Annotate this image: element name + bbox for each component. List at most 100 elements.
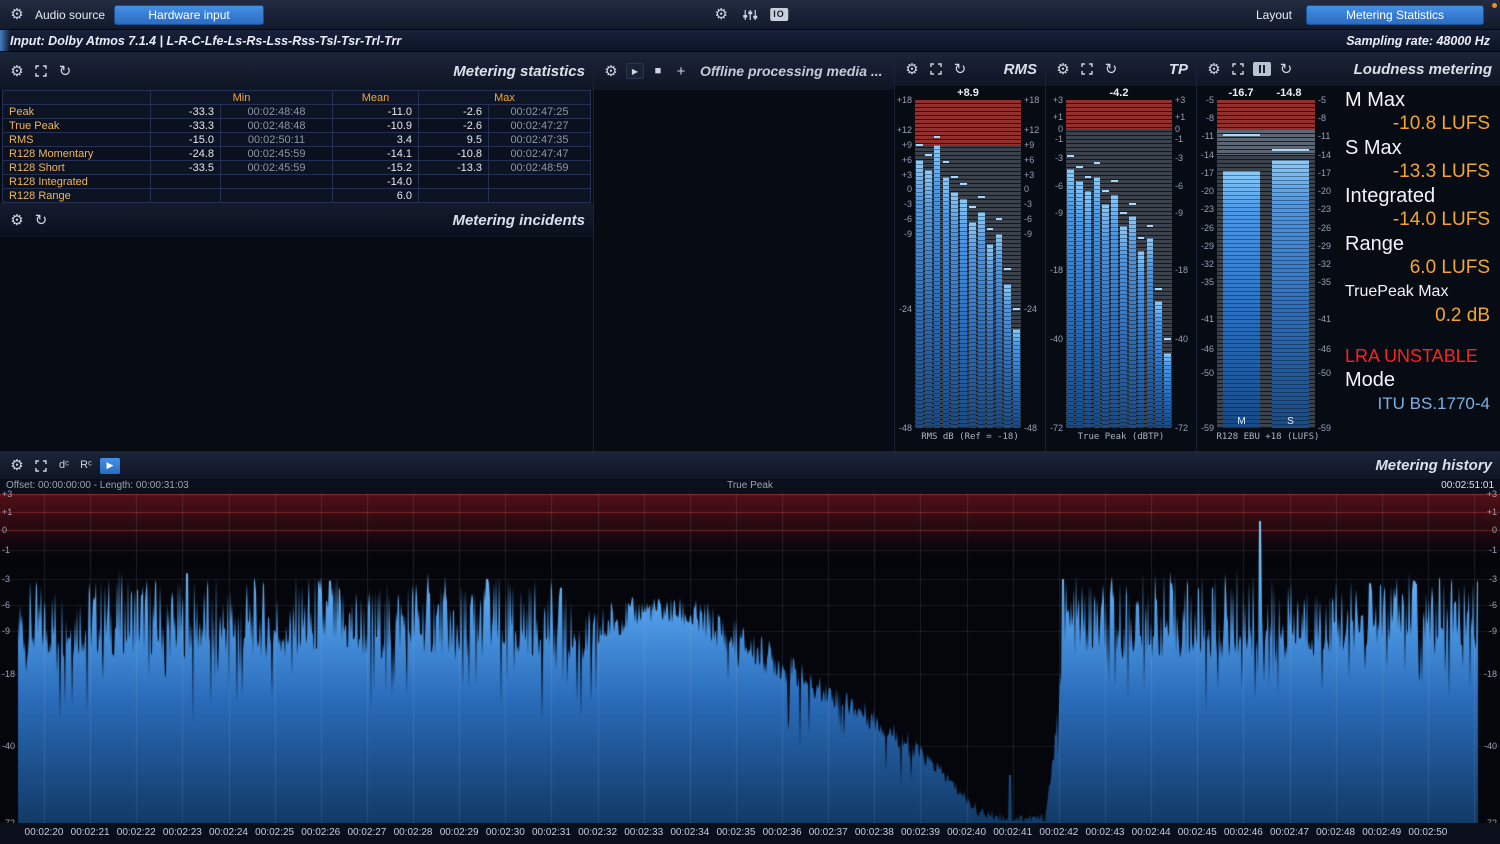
- col-mean: Mean: [333, 91, 419, 105]
- gear-icon[interactable]: ⚙: [602, 62, 620, 80]
- io-routing-icon[interactable]: IO: [770, 8, 788, 21]
- play-icon[interactable]: ▶: [100, 458, 120, 474]
- range-value: 6.0 LUFS: [1345, 256, 1490, 280]
- history-header: ⚙ dᶜ Rᶜ ▶ Metering history: [0, 452, 1500, 479]
- refresh-icon[interactable]: ↻: [1102, 60, 1120, 78]
- main-row: ⚙ ↻ Metering statistics Min Mean Max Pea…: [0, 52, 1500, 451]
- rms-readout: +8.9: [915, 87, 1021, 99]
- offline-header: ⚙ ▶ ■ + Offline processing media ...: [594, 52, 894, 90]
- gear-icon[interactable]: ⚙: [1205, 60, 1223, 78]
- gear-icon[interactable]: ⚙: [712, 6, 730, 24]
- time-label: 00:02:49: [1362, 827, 1401, 838]
- refresh-icon[interactable]: ↻: [56, 62, 74, 80]
- time-label: 00:02:28: [394, 827, 433, 838]
- add-media-icon[interactable]: +: [672, 62, 690, 80]
- offset-length-label: Offset: 00:00:00:00 - Length: 00:00:31:0…: [6, 480, 189, 491]
- loudness-meter-column: -16.7 -14.8 -5-8-11-14-17-20-23-26-29-32…: [1197, 86, 1339, 451]
- play-icon[interactable]: ▶: [626, 63, 644, 79]
- expand-icon[interactable]: [927, 60, 945, 78]
- time-label: 00:02:41: [993, 827, 1032, 838]
- refresh-icon[interactable]: ↻: [32, 211, 50, 229]
- stop-icon[interactable]: ■: [650, 62, 666, 80]
- truepeak-meter-panel: ⚙ ↻ TP -4.2 +3+10-1-3-6-9-18-40-72 +3+10…: [1046, 52, 1197, 451]
- tp-scale-left: +3+10-1-3-6-9-18-40-72: [1046, 100, 1066, 428]
- time-label: 00:02:35: [716, 827, 755, 838]
- dc-weighting-icon[interactable]: dᶜ: [56, 457, 72, 475]
- metering-incidents-header: ⚙ ↻ Metering incidents: [0, 203, 593, 237]
- audio-source-group: ⚙ Audio source Hardware input: [0, 5, 264, 25]
- offline-processing-panel: ⚙ ▶ ■ + Offline processing media ...: [594, 52, 895, 451]
- tp-scale-label: True Peak (dBTP): [1046, 432, 1196, 442]
- time-label: 00:02:21: [71, 827, 110, 838]
- time-label: 00:02:22: [117, 827, 156, 838]
- input-info-bar: Input: Dolby Atmos 7.1.4 | L-R-C-Lfe-Ls-…: [0, 30, 1500, 52]
- time-label: 00:02:33: [624, 827, 663, 838]
- layout-group: Layout Metering Statistics: [1256, 5, 1500, 25]
- time-label: 00:02:39: [901, 827, 940, 838]
- refresh-icon[interactable]: ↻: [1277, 60, 1295, 78]
- short-readout: -14.8: [1265, 87, 1313, 99]
- expand-icon[interactable]: [1229, 60, 1247, 78]
- panel-title: Metering incidents: [452, 212, 585, 229]
- rms-scale-left: +18+12+9+6+30-3-6-9-24-48: [895, 100, 915, 428]
- col-min: Min: [151, 91, 333, 105]
- s-max-value: -13.3 LUFS: [1345, 160, 1490, 184]
- gear-icon[interactable]: ⚙: [903, 60, 921, 78]
- mode-label: Mode: [1345, 368, 1490, 392]
- gear-icon[interactable]: ⚙: [1054, 60, 1072, 78]
- input-description: Input: Dolby Atmos 7.1.4 | L-R-C-Lfe-Ls-…: [10, 34, 401, 48]
- tp-header: ⚙ ↻ TP: [1046, 52, 1196, 86]
- loudness-scale-label: R128 EBU +18 (LUFS): [1197, 432, 1339, 442]
- time-label: 00:02:37: [809, 827, 848, 838]
- time-label: 00:02:47: [1270, 827, 1309, 838]
- hardware-input-button[interactable]: Hardware input: [114, 5, 264, 25]
- time-label: 00:02:27: [347, 827, 386, 838]
- transport-group: ⚙ IO: [712, 6, 788, 24]
- expand-icon[interactable]: [1078, 60, 1096, 78]
- metering-statistics-button[interactable]: Metering Statistics: [1306, 5, 1484, 25]
- sampling-rate: Sampling rate: 48000 Hz: [1346, 34, 1490, 48]
- time-label: 00:02:26: [301, 827, 340, 838]
- gear-icon[interactable]: ⚙: [8, 457, 26, 475]
- time-label: 00:02:23: [163, 827, 202, 838]
- app-window: ⚙ Audio source Hardware input ⚙ IO Layou…: [0, 0, 1500, 844]
- lra-warning: LRA UNSTABLE: [1345, 344, 1490, 368]
- gear-icon[interactable]: ⚙: [8, 6, 26, 24]
- pause-icon[interactable]: [1253, 62, 1271, 76]
- history-mode-label: True Peak: [727, 480, 773, 491]
- statistics-table-header: Min Mean Max: [3, 91, 591, 105]
- stats-table-row: R128 Momentary-24.800:02:45:59-14.1-10.8…: [3, 147, 591, 161]
- time-label: 00:02:38: [855, 827, 894, 838]
- rms-scale-right: +18+12+9+6+30-3-6-9-24-48: [1021, 100, 1045, 428]
- expand-icon[interactable]: [32, 62, 50, 80]
- time-label: 00:02:40: [947, 827, 986, 838]
- time-label: 00:02:44: [1132, 827, 1171, 838]
- expand-icon[interactable]: [32, 457, 50, 475]
- refresh-icon[interactable]: ↻: [951, 60, 969, 78]
- time-label: 00:02:20: [25, 827, 64, 838]
- rms-meter-panel: ⚙ ↻ RMS +8.9 +18+12+9+6+30-3-6-9-24-48 +…: [895, 52, 1046, 451]
- truepeak-history-waveform[interactable]: [0, 494, 1500, 823]
- time-label: 00:02:24: [209, 827, 248, 838]
- loudness-body: -16.7 -14.8 -5-8-11-14-17-20-23-26-29-32…: [1197, 86, 1500, 451]
- top-bar: ⚙ Audio source Hardware input ⚙ IO Layou…: [0, 0, 1500, 30]
- gear-icon[interactable]: ⚙: [8, 211, 26, 229]
- rc-weighting-icon[interactable]: Rᶜ: [78, 457, 94, 475]
- stats-table-row: R128 Short-33.500:02:45:59-15.2-13.300:0…: [3, 161, 591, 175]
- loudness-header: ⚙ ↻ Loudness metering: [1197, 52, 1500, 86]
- m-max-label: M Max: [1345, 88, 1490, 112]
- time-label: 00:02:42: [1039, 827, 1078, 838]
- loudness-metering-panel: ⚙ ↻ Loudness metering -16.7 -14.8 -5-8-1…: [1197, 52, 1500, 451]
- layout-button[interactable]: Layout: [1256, 8, 1292, 22]
- rms-header: ⚙ ↻ RMS: [895, 52, 1045, 86]
- history-info-row: Offset: 00:00:00:00 - Length: 00:00:31:0…: [0, 479, 1500, 494]
- time-label: 00:02:25: [255, 827, 294, 838]
- metering-statistics-panel: ⚙ ↻ Metering statistics Min Mean Max Pea…: [0, 52, 594, 451]
- status-led: [1492, 3, 1497, 8]
- statistics-table: Min Mean Max Peak-33.300:02:48:48-11.0-2…: [2, 90, 591, 203]
- tp-meter-bars: [1066, 100, 1172, 428]
- gear-icon[interactable]: ⚙: [8, 62, 26, 80]
- time-label: 00:02:46: [1224, 827, 1263, 838]
- loudness-meter-bars: MS: [1217, 100, 1315, 428]
- sliders-icon[interactable]: [741, 6, 759, 24]
